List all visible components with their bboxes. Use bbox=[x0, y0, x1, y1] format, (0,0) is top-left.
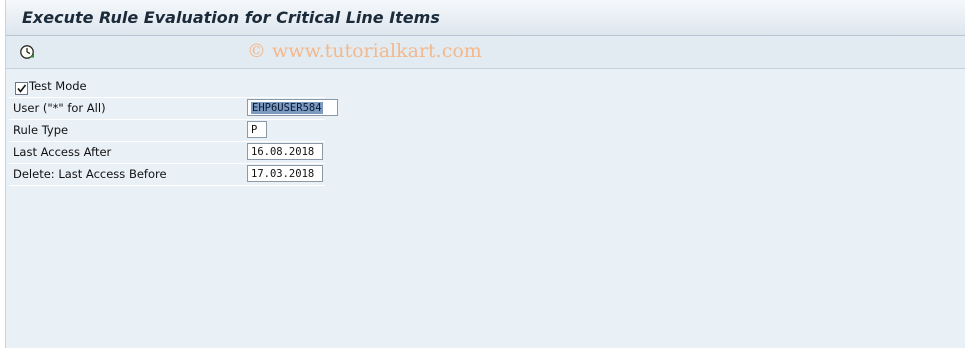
test-mode-checkbox[interactable] bbox=[15, 82, 28, 95]
watermark-text: © www.tutorialkart.com bbox=[247, 40, 482, 62]
user-label: User ("*" for All) bbox=[13, 101, 106, 115]
execute-clock-icon bbox=[20, 45, 34, 59]
execute-button[interactable] bbox=[17, 42, 37, 62]
rule-type-input[interactable]: P bbox=[247, 121, 267, 138]
test-mode-label: Test Mode bbox=[29, 79, 87, 93]
test-mode-row: Test Mode bbox=[9, 76, 325, 98]
checkmark-icon bbox=[17, 84, 27, 93]
sap-screen: Execute Rule Evaluation for Critical Lin… bbox=[5, 0, 965, 348]
page-title: Execute Rule Evaluation for Critical Lin… bbox=[22, 8, 440, 27]
application-toolbar: © www.tutorialkart.com bbox=[6, 36, 965, 69]
user-input[interactable]: EHP6USER584 bbox=[247, 99, 338, 116]
rule-type-row: Rule Type bbox=[9, 120, 325, 142]
title-bar: Execute Rule Evaluation for Critical Lin… bbox=[6, 0, 965, 36]
last-access-after-label: Last Access After bbox=[13, 145, 112, 159]
delete-last-access-before-label: Delete: Last Access Before bbox=[13, 167, 167, 181]
last-access-after-input[interactable]: 16.08.2018 bbox=[247, 143, 323, 160]
user-input-value: EHP6USER584 bbox=[251, 102, 323, 114]
delete-last-access-before-input[interactable]: 17.03.2018 bbox=[247, 165, 323, 182]
rule-type-label: Rule Type bbox=[13, 123, 69, 137]
